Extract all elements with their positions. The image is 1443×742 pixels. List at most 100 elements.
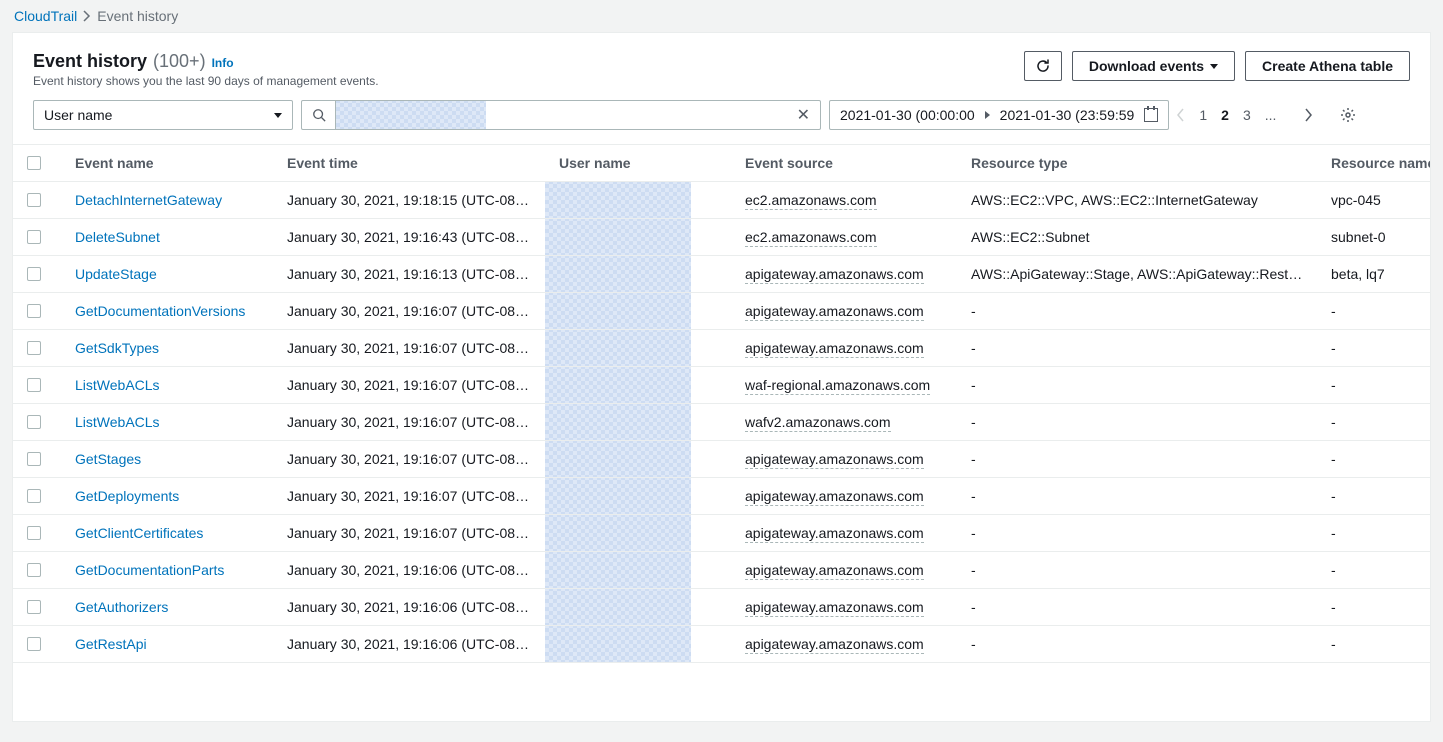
- download-events-button[interactable]: Download events: [1072, 51, 1235, 81]
- resource-type: AWS::EC2::VPC, AWS::EC2::InternetGateway: [957, 182, 1317, 219]
- event-time: January 30, 2021, 19:16:07 (UTC-08:00): [273, 478, 545, 515]
- event-name-link[interactable]: GetAuthorizers: [75, 599, 168, 615]
- row-checkbox[interactable]: [27, 378, 41, 392]
- select-all-checkbox[interactable]: [27, 156, 41, 170]
- redacted-overlay: [545, 256, 691, 292]
- event-name-link[interactable]: GetDocumentationParts: [75, 562, 224, 578]
- col-resource-type[interactable]: Resource type: [957, 145, 1317, 182]
- table-row: ListWebACLs January 30, 2021, 19:16:07 (…: [13, 367, 1431, 404]
- search-button[interactable]: [302, 101, 336, 129]
- redacted-overlay: [545, 589, 691, 625]
- col-resource-name[interactable]: Resource name: [1317, 145, 1431, 182]
- event-name-link[interactable]: ListWebACLs: [75, 414, 160, 430]
- refresh-button[interactable]: [1024, 51, 1062, 81]
- event-name-link[interactable]: DetachInternetGateway: [75, 192, 222, 208]
- row-checkbox[interactable]: [27, 452, 41, 466]
- table-row: GetSdkTypes January 30, 2021, 19:16:07 (…: [13, 330, 1431, 367]
- col-user-name[interactable]: User name: [545, 145, 731, 182]
- resource-type: -: [957, 515, 1317, 552]
- resource-type: -: [957, 552, 1317, 589]
- redacted-overlay: [545, 367, 691, 403]
- breadcrumb: CloudTrail Event history: [0, 0, 1443, 32]
- row-checkbox[interactable]: [27, 341, 41, 355]
- main-panel: Event history (100+) Info Event history …: [12, 32, 1431, 722]
- table-row: DetachInternetGateway January 30, 2021, …: [13, 182, 1431, 219]
- attribute-select[interactable]: User name: [33, 100, 293, 130]
- create-athena-table-button[interactable]: Create Athena table: [1245, 51, 1410, 81]
- resource-name: -: [1317, 515, 1431, 552]
- prev-page-button[interactable]: [1177, 108, 1185, 122]
- attribute-select-value: User name: [44, 107, 112, 123]
- info-link[interactable]: Info: [212, 56, 234, 70]
- clear-search-button[interactable]: ✕: [787, 105, 820, 125]
- settings-button[interactable]: [1340, 107, 1356, 123]
- row-checkbox[interactable]: [27, 489, 41, 503]
- event-name-link[interactable]: GetRestApi: [75, 636, 147, 652]
- event-name-link[interactable]: GetSdkTypes: [75, 340, 159, 356]
- event-name-link[interactable]: GetStages: [75, 451, 141, 467]
- chevron-right-icon: [985, 111, 990, 119]
- user-name-cell: [545, 367, 731, 404]
- row-checkbox[interactable]: [27, 563, 41, 577]
- filter-toolbar: User name ✕ 2021-01-30 (00:00:00 2021-01…: [13, 100, 1430, 144]
- search-icon: [312, 108, 326, 122]
- resource-name: -: [1317, 293, 1431, 330]
- record-count: (100+): [153, 51, 206, 72]
- page-...[interactable]: ...: [1265, 107, 1277, 123]
- event-name-link[interactable]: GetDocumentationVersions: [75, 303, 245, 319]
- resource-type: -: [957, 589, 1317, 626]
- redacted-overlay: [545, 330, 691, 366]
- row-checkbox[interactable]: [27, 526, 41, 540]
- page-3[interactable]: 3: [1243, 107, 1251, 123]
- event-source: apigateway.amazonaws.com: [745, 525, 924, 543]
- event-name-link[interactable]: ListWebACLs: [75, 377, 160, 393]
- event-source: apigateway.amazonaws.com: [745, 636, 924, 654]
- row-checkbox[interactable]: [27, 304, 41, 318]
- col-event-source[interactable]: Event source: [731, 145, 957, 182]
- redacted-overlay: [545, 293, 691, 329]
- resource-type: -: [957, 367, 1317, 404]
- event-name-link[interactable]: GetDeployments: [75, 488, 179, 504]
- event-time: January 30, 2021, 19:16:06 (UTC-08:00): [273, 552, 545, 589]
- row-checkbox[interactable]: [27, 230, 41, 244]
- breadcrumb-root[interactable]: CloudTrail: [14, 8, 77, 24]
- resource-type: -: [957, 626, 1317, 663]
- event-name-link[interactable]: DeleteSubnet: [75, 229, 160, 245]
- resource-name: -: [1317, 367, 1431, 404]
- event-source: apigateway.amazonaws.com: [745, 451, 924, 469]
- event-name-link[interactable]: UpdateStage: [75, 266, 157, 282]
- row-checkbox[interactable]: [27, 600, 41, 614]
- date-range-picker[interactable]: 2021-01-30 (00:00:00 2021-01-30 (23:59:5…: [829, 100, 1169, 130]
- event-time: January 30, 2021, 19:18:15 (UTC-08:00): [273, 182, 545, 219]
- event-name-link[interactable]: GetClientCertificates: [75, 525, 203, 541]
- resource-name: -: [1317, 441, 1431, 478]
- next-page-button[interactable]: [1304, 108, 1312, 122]
- resource-name: subnet-0: [1317, 219, 1431, 256]
- user-name-cell: [545, 219, 731, 256]
- event-source: waf-regional.amazonaws.com: [745, 377, 930, 395]
- user-name-cell: [545, 256, 731, 293]
- event-time: January 30, 2021, 19:16:07 (UTC-08:00): [273, 293, 545, 330]
- row-checkbox[interactable]: [27, 637, 41, 651]
- user-name-cell: [545, 441, 731, 478]
- table-row: GetRestApi January 30, 2021, 19:16:06 (U…: [13, 626, 1431, 663]
- event-source: apigateway.amazonaws.com: [745, 266, 924, 284]
- page-1[interactable]: 1: [1199, 107, 1207, 123]
- search-input[interactable]: [336, 101, 787, 129]
- panel-header: Event history (100+) Info Event history …: [13, 33, 1430, 100]
- redacted-overlay: [545, 478, 691, 514]
- user-name-cell: [545, 404, 731, 441]
- page-2[interactable]: 2: [1221, 107, 1229, 123]
- col-event-time[interactable]: Event time: [273, 145, 545, 182]
- row-checkbox[interactable]: [27, 415, 41, 429]
- event-time: January 30, 2021, 19:16:43 (UTC-08:00): [273, 219, 545, 256]
- row-checkbox[interactable]: [27, 193, 41, 207]
- user-name-cell: [545, 293, 731, 330]
- event-source: apigateway.amazonaws.com: [745, 488, 924, 506]
- col-event-name[interactable]: Event name: [61, 145, 273, 182]
- event-time: January 30, 2021, 19:16:07 (UTC-08:00): [273, 367, 545, 404]
- redacted-overlay: [545, 552, 691, 588]
- table-row: ListWebACLs January 30, 2021, 19:16:07 (…: [13, 404, 1431, 441]
- resource-type: -: [957, 404, 1317, 441]
- row-checkbox[interactable]: [27, 267, 41, 281]
